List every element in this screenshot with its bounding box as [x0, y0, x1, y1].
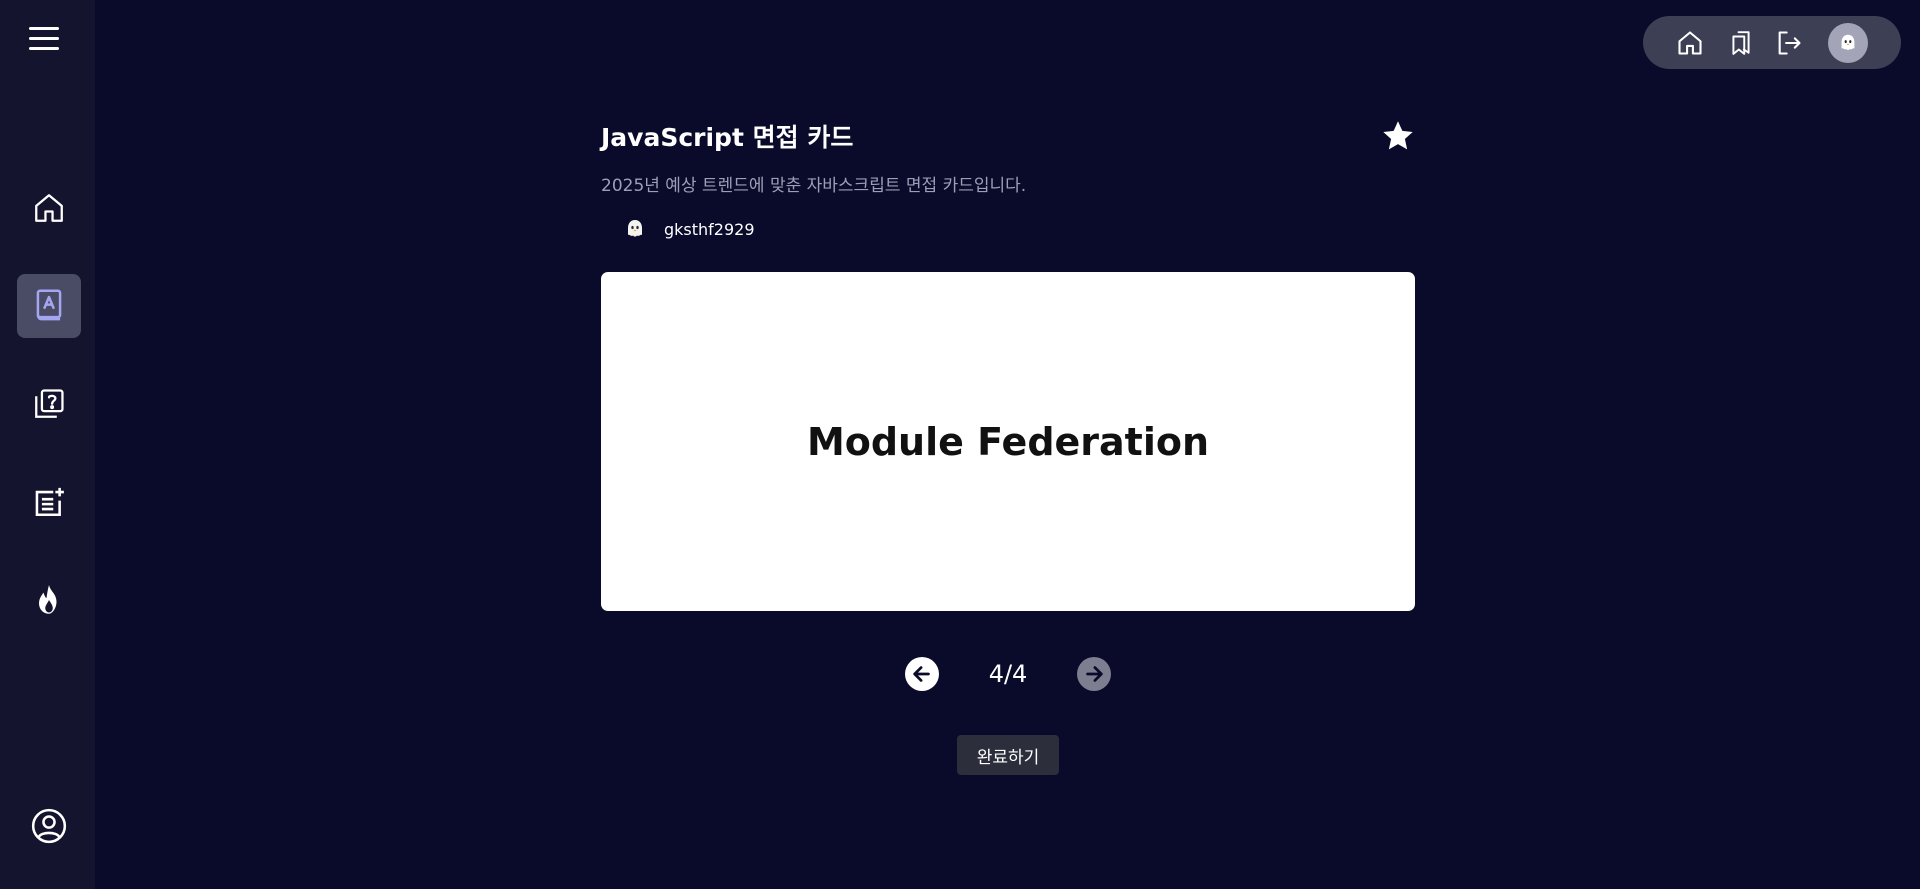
author-name: gksthf2929 [664, 219, 755, 239]
next-card-button[interactable] [1077, 657, 1111, 691]
user-avatar-button[interactable] [1828, 23, 1868, 63]
top-bookmark-button[interactable] [1726, 28, 1756, 58]
flashcard[interactable]: Module Federation [601, 272, 1415, 611]
deck-title: JavaScript 면접 카드 [601, 123, 854, 152]
top-nav-bar [1643, 16, 1901, 69]
sidebar-item-flashcards[interactable] [17, 274, 81, 338]
fire-icon [39, 585, 57, 614]
flashcard-book-icon [36, 289, 62, 321]
menu-button[interactable] [24, 22, 64, 56]
ghost-avatar-icon [1841, 34, 1855, 50]
profile-icon [31, 808, 67, 844]
star-icon [1383, 121, 1413, 150]
sidebar-item-home[interactable] [17, 176, 81, 240]
arrow-right-icon [1086, 666, 1103, 682]
home-icon [35, 194, 63, 222]
sidebar-item-quiz[interactable] [17, 372, 81, 436]
sidebar-item-trending[interactable] [17, 568, 81, 632]
add-note-icon [35, 487, 64, 517]
arrow-left-icon [913, 666, 930, 682]
sidebar [0, 0, 95, 889]
logout-icon [1778, 31, 1801, 55]
card-term: Module Federation [806, 419, 1210, 464]
top-home-button[interactable] [1675, 28, 1705, 58]
ghost-avatar-icon [628, 220, 642, 237]
menu-icon [29, 27, 59, 50]
complete-button[interactable]: 완료하기 [957, 735, 1059, 775]
deck-author[interactable]: gksthf2929 [620, 214, 755, 244]
home-icon [1678, 31, 1702, 55]
avatar [620, 214, 650, 244]
favorite-button[interactable] [1380, 118, 1416, 154]
bookmark-icon [1732, 31, 1750, 55]
sidebar-item-create-note[interactable] [17, 470, 81, 534]
quiz-icon [35, 389, 64, 418]
deck-description: 2025년 예상 트렌드에 맞춘 자바스크립트 면접 카드입니다. [601, 176, 1027, 196]
top-logout-button[interactable] [1774, 28, 1804, 58]
sidebar-item-profile[interactable] [17, 794, 81, 858]
card-position: 4/4 [988, 660, 1028, 688]
previous-card-button[interactable] [905, 657, 939, 691]
